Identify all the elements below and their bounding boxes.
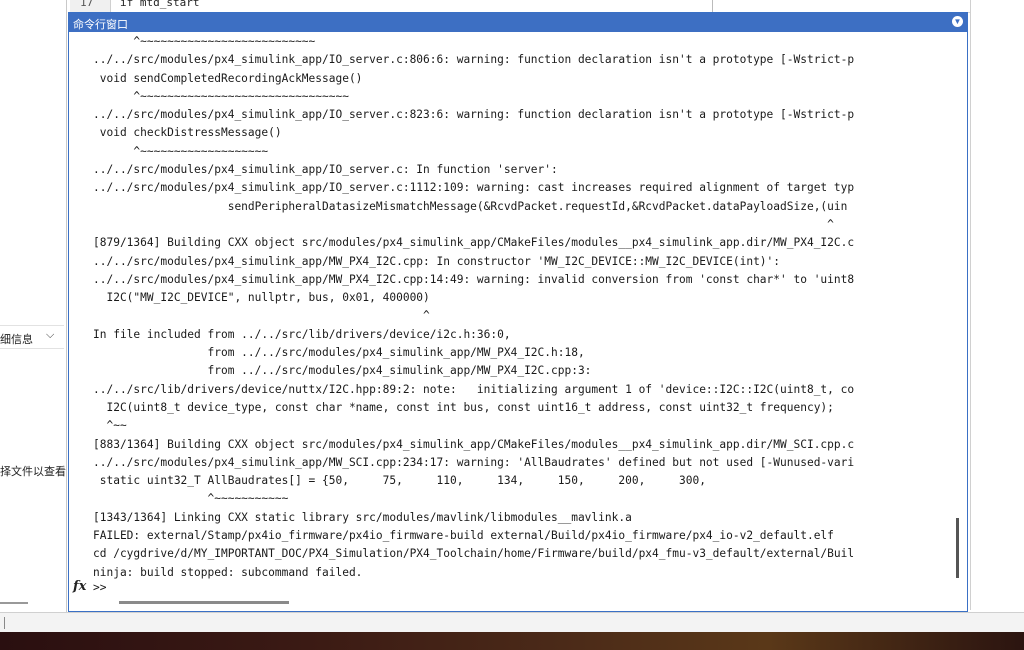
horizontal-scrollbar[interactable]	[119, 601, 289, 604]
output-line: ^	[93, 217, 834, 231]
left-panel: 细信息 ⌵ 择文件以查看	[0, 0, 67, 612]
output-line: sendPeripheralDatasizeMismatchMessage(&R…	[93, 199, 848, 213]
os-taskbar	[0, 632, 1024, 650]
command-input[interactable]	[115, 579, 939, 598]
editor-gutter: 17	[70, 0, 111, 12]
output-line: ../../src/modules/px4_simulink_app/IO_se…	[93, 163, 558, 177]
chevron-down-icon[interactable]: ⌵	[46, 329, 54, 342]
status-indicator	[0, 617, 5, 629]
editor-line-number: 17	[80, 0, 94, 9]
output-line: from ../../src/modules/px4_simulink_app/…	[93, 364, 592, 378]
output-line: ^~~~~~~~~~~~~~~~~~~~~~~~~~~	[93, 35, 316, 48]
command-window-titlebar[interactable]: 命令行窗口 ▼	[69, 13, 967, 32]
app-root: 17 if mtd_start 细信息 ⌵ 择文件以查看 命令行窗口 ▼ ^~~…	[0, 0, 1024, 650]
output-line: FAILED: external/Stamp/px4io_firmware/px…	[93, 529, 834, 543]
command-prompt-row: fx >>	[71, 578, 951, 598]
output-line: ../../src/modules/px4_simulink_app/IO_se…	[93, 108, 855, 122]
editor-divider	[712, 0, 713, 12]
vertical-scrollbar[interactable]	[956, 518, 959, 578]
status-bar	[0, 612, 1024, 633]
output-line: from ../../src/modules/px4_simulink_app/…	[93, 346, 585, 360]
output-line: ../../src/modules/px4_simulink_app/MW_PX…	[93, 254, 781, 268]
output-line: I2C("MW_I2C_DEVICE", nullptr, bus, 0x01,…	[93, 291, 430, 305]
file-hint-text: 择文件以查看	[0, 466, 66, 478]
details-dropdown[interactable]: 细信息 ⌵	[0, 325, 64, 349]
command-window: 命令行窗口 ▼ ^~~~~~~~~~~~~~~~~~~~~~~~~~~ ../..…	[68, 12, 968, 612]
output-line: I2C(uint8_t device_type, const char *nam…	[93, 400, 834, 414]
fx-icon[interactable]: fx	[73, 579, 86, 594]
right-panel	[970, 0, 1024, 610]
output-line: [1343/1364] Linking CXX static library s…	[93, 510, 632, 524]
output-line: void sendCompletedRecordingAckMessage()	[93, 71, 363, 85]
output-line: void checkDistressMessage()	[93, 126, 282, 140]
editor-code-line: if mtd_start	[120, 0, 200, 9]
output-line: static uint32_T AllBaudrates[] = {50, 75…	[93, 474, 706, 488]
output-line: ^~~~~~~~~~~~	[93, 492, 289, 506]
output-line: [879/1364] Building CXX object src/modul…	[93, 236, 855, 250]
output-line: cd /cygdrive/d/MY_IMPORTANT_DOC/PX4_Simu…	[93, 547, 855, 561]
output-line: ../../src/modules/px4_simulink_app/IO_se…	[93, 53, 855, 67]
left-scrollbar[interactable]	[0, 602, 28, 604]
output-line: ^~~	[93, 419, 127, 433]
output-line: ../../src/modules/px4_simulink_app/MW_PX…	[93, 272, 855, 286]
command-output[interactable]: ^~~~~~~~~~~~~~~~~~~~~~~~~~~ ../../src/mod…	[93, 33, 951, 583]
output-line: [883/1364] Building CXX object src/modul…	[93, 437, 855, 451]
output-line: ^	[93, 309, 430, 323]
command-window-title: 命令行窗口	[73, 19, 128, 31]
output-line: In file included from ../../src/lib/driv…	[93, 327, 511, 341]
circle-chevron-down-icon[interactable]: ▼	[952, 16, 963, 27]
output-line: ../../src/lib/drivers/device/nuttx/I2C.h…	[93, 382, 855, 396]
details-label: 细信息	[0, 334, 33, 346]
output-line: ^~~~~~~~~~~~~~~~~~~~~~~~~~~~~~~~	[93, 89, 349, 103]
output-line: ../../src/modules/px4_simulink_app/MW_SC…	[93, 455, 855, 469]
output-line: ../../src/modules/px4_simulink_app/IO_se…	[93, 181, 855, 195]
output-line: ^~~~~~~~~~~~~~~~~~~~	[93, 144, 269, 158]
prompt-symbol: >>	[93, 581, 107, 594]
